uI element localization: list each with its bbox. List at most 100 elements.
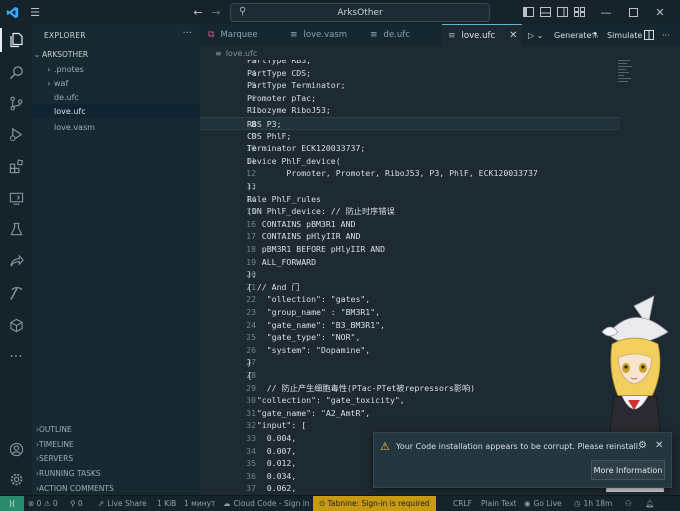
accounts-icon[interactable] — [4, 437, 28, 461]
code-editor[interactable]: 3 PartType RBS; 4 PartType CDS; 5 PartType Te… — [200, 60, 620, 495]
language-mode-status[interactable]: Plain Text — [481, 496, 517, 511]
broadcast-icon: ◉ — [524, 499, 531, 508]
run-debug-icon[interactable] — [4, 122, 28, 146]
explorer-more-actions[interactable]: ··· — [182, 28, 192, 39]
code-line[interactable]: 12 Promoter, Promoter, RiboJ53, P3, PhlF… — [200, 167, 620, 180]
notification-close-icon[interactable]: ✕ — [655, 440, 663, 451]
breadcrumb[interactable]: ≡ love.ufc — [215, 47, 257, 59]
customize-layout-icon[interactable] — [571, 4, 587, 20]
cloud-code-status[interactable]: ☁ Cloud Code - Sign in — [223, 496, 310, 511]
panel-timeline[interactable]: › TIMELINE — [32, 438, 200, 451]
problems-indicator[interactable]: ⊗ 0 ⚠ 0 — [28, 496, 58, 511]
code-line[interactable]: 20); — [200, 268, 620, 281]
tab-love-vasm[interactable]: ≡ love.vasm — [290, 24, 368, 46]
panel-servers[interactable]: › SERVERS — [32, 452, 200, 465]
code-line[interactable]: 26 "system": "Dopamine", — [200, 344, 620, 357]
code-line[interactable]: 31 "gate_name": "A2_AmtR", — [200, 407, 620, 420]
settings-gear-icon[interactable] — [4, 467, 28, 491]
code-line[interactable]: 28{ — [200, 369, 620, 382]
run-dropdown-icon[interactable]: ▷ ⌄ — [528, 24, 543, 46]
tab-love-ufc[interactable]: ≡ love.ufc ✕ — [442, 24, 522, 46]
toggle-secondary-sidebar-icon[interactable] — [554, 4, 570, 20]
more-actions-icon[interactable]: ··· — [662, 24, 670, 46]
search-icon[interactable] — [4, 60, 28, 84]
close-icon[interactable]: ✕ — [652, 4, 668, 20]
code-line[interactable]: 23 "group_name" : "BM3R1", — [200, 306, 620, 319]
code-line[interactable]: 6 Promoter pTac; — [200, 92, 620, 105]
more-information-button[interactable]: More Information — [591, 460, 665, 480]
code-line[interactable]: 13); — [200, 180, 620, 193]
more-icon[interactable]: ··· — [4, 345, 28, 369]
toggle-sidebar-icon[interactable] — [520, 4, 536, 20]
pickaxe-icon[interactable] — [4, 281, 28, 305]
testing-icon[interactable] — [4, 217, 28, 241]
eol-status[interactable]: CRLF — [453, 496, 472, 511]
code-line[interactable]: 27} — [200, 356, 620, 369]
code-line[interactable]: 14 Rule PhlF_rules — [200, 193, 620, 206]
maximize-icon[interactable] — [625, 4, 641, 20]
panel-running-tasks[interactable]: › RUNNING TASKS — [32, 467, 200, 480]
simulate-button[interactable]: Simulate — [607, 24, 642, 46]
code-line[interactable]: 30 "collection": "gate_toxicity", — [200, 394, 620, 407]
code-line[interactable]: 32 "input": [ — [200, 419, 620, 432]
code-line[interactable]: 29 // 防止产生细胞毒性(PTac-PTet被repressors影响) — [200, 382, 620, 395]
notification-settings-gear-icon[interactable]: ⚙ — [638, 440, 647, 451]
code-text: Device PhlF_device( — [247, 155, 341, 166]
code-line[interactable]: 19 ALL_FORWARD — [200, 256, 620, 269]
command-center-search[interactable]: ⚲ ArksOther — [230, 3, 490, 22]
ports-indicator[interactable]: ⚲ 0 — [70, 496, 83, 511]
code-text: "gate_name": "A2_AmtR", — [247, 407, 371, 418]
panel-outline[interactable]: › OUTLINE — [32, 423, 200, 436]
tree-file-de-ufc[interactable]: de.ufc — [32, 90, 200, 104]
remote-indicator[interactable]: ⟩⟨ — [0, 496, 24, 511]
code-line[interactable]: 7 Ribozyme RiboJ53; — [200, 104, 620, 117]
code-line[interactable]: 3 PartType RBS; — [200, 60, 620, 67]
tree-file-love-ufc[interactable]: love.ufc — [32, 104, 200, 118]
code-line[interactable]: 11 Device PhlF_device( — [200, 155, 620, 168]
back-arrow-icon[interactable]: ← — [190, 4, 206, 20]
remote-explorer-icon[interactable] — [4, 186, 28, 210]
time-spent-status: 1 минут — [184, 499, 216, 508]
tree-folder-waf[interactable]: › waf — [32, 76, 200, 90]
code-line[interactable]: 10 Terminator ECK120033737; — [200, 142, 620, 155]
tree-file-love-vasm[interactable]: love.vasm — [32, 120, 200, 134]
code-line[interactable]: 8 RBS P3; — [200, 117, 620, 130]
code-line[interactable]: 9 CDS PhlF; — [200, 130, 620, 143]
tab-close-icon[interactable]: ✕ — [509, 30, 517, 41]
code-line[interactable]: 22 "ollection": "gates", — [200, 293, 620, 306]
toggle-panel-icon[interactable] — [537, 4, 553, 20]
file-lines-icon: ≡ — [370, 30, 378, 40]
live-share-status[interactable]: ⇗ Live Share — [98, 496, 147, 511]
tree-folder-pnotes[interactable]: › .pnotes — [32, 62, 200, 76]
menu-icon[interactable]: ☰ — [27, 4, 43, 20]
code-line[interactable]: 21{ // And 门 — [200, 281, 620, 294]
code-line[interactable]: 15 (ON PhlF_device: // 防止时序错误 — [200, 205, 620, 218]
code-line[interactable]: 5 PartType Terminator; — [200, 79, 620, 92]
notifications-bell-icon[interactable]: 🔔︎ — [645, 496, 655, 511]
code-line[interactable]: 25 "gate_type": "NOR", — [200, 331, 620, 344]
extensions-icon[interactable] — [4, 154, 28, 178]
title-bar: ☰ ← → ⚲ ArksOther — ✕ — [0, 0, 680, 25]
tab-marquee[interactable]: ⧉ Marquee — [208, 24, 286, 46]
tabnine-status[interactable]: ⊙ Tabnine: Sign-in is required — [313, 496, 436, 511]
tab-de-ufc[interactable]: ≡ de.ufc — [370, 24, 436, 46]
live-share-icon[interactable] — [4, 249, 28, 273]
workspace-root[interactable]: ⌄ ARKSOTHER — [32, 47, 200, 61]
explorer-icon[interactable] — [0, 28, 32, 52]
minimap[interactable] — [618, 60, 634, 100]
code-line[interactable]: 4 PartType CDS; — [200, 67, 620, 80]
generate-button[interactable]: Generate — [554, 24, 591, 46]
forward-arrow-icon[interactable]: → — [208, 4, 224, 20]
code-line[interactable]: 24 "gate_name": "B3_BM3R1", — [200, 319, 620, 332]
workspace-name: ArksOther — [337, 7, 383, 18]
panel-action-comments[interactable]: › ACTION COMMENTS — [32, 482, 200, 495]
split-editor-icon[interactable] — [644, 24, 654, 46]
minimize-icon[interactable]: — — [598, 4, 614, 20]
code-line[interactable]: 16 CONTAINS pBM3R1 AND — [200, 218, 620, 231]
go-live-status[interactable]: ◉ Go Live — [524, 496, 562, 511]
code-line[interactable]: 17 CONTAINS pHlyIIR AND — [200, 230, 620, 243]
accounts-status-icon[interactable]: ⚇ — [625, 496, 632, 511]
code-line[interactable]: 18 pBM3R1 BEFORE pHlyIIR AND — [200, 243, 620, 256]
source-control-icon[interactable] — [4, 91, 28, 115]
package-icon[interactable] — [4, 313, 28, 337]
